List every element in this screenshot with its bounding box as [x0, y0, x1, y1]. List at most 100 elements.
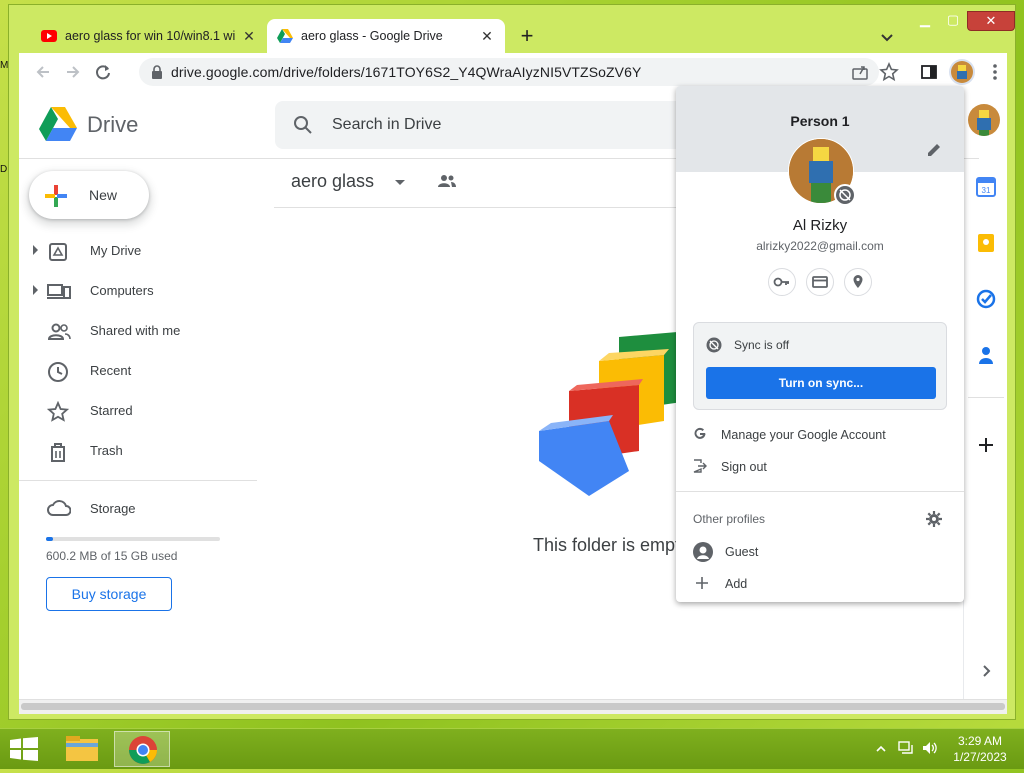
taskbar: 3:29 AM 1/27/2023: [0, 728, 1024, 769]
expand-arrow-icon[interactable]: [33, 245, 38, 255]
address-bar[interactable]: drive.google.com/drive/folders/1671TOY6S…: [139, 58, 879, 86]
google-g-icon: [693, 427, 707, 446]
guest-label: Guest: [725, 545, 759, 559]
desktop-edge-label-2: D: [0, 164, 8, 175]
drive-logo-text: Drive: [87, 112, 139, 137]
network-icon[interactable]: [898, 741, 914, 760]
tab-title: aero glass - Google Drive: [301, 29, 443, 43]
folder-menu-caret-icon[interactable]: [395, 180, 405, 185]
sync-card: Sync is off Turn on sync...: [693, 322, 947, 410]
people-icon[interactable]: [437, 173, 457, 194]
sidebar-item-starred[interactable]: Starred: [19, 391, 259, 431]
minimize-button[interactable]: ▁: [911, 11, 939, 29]
sidebar-item-label: Computers: [90, 283, 154, 298]
youtube-icon: [41, 28, 57, 44]
tab-search-chevron-icon[interactable]: [877, 27, 897, 47]
payment-card-icon[interactable]: [806, 268, 834, 296]
volume-icon[interactable]: [922, 741, 938, 760]
expand-arrow-icon[interactable]: [33, 285, 38, 295]
close-tab-icon[interactable]: ✕: [241, 28, 257, 44]
tab-title: aero glass for win 10/win8.1 with: [65, 29, 235, 43]
calendar-icon[interactable]: 31: [976, 177, 996, 197]
gear-icon[interactable]: [926, 511, 942, 532]
sidebar-item-label: Shared with me: [90, 323, 181, 338]
passwords-key-icon[interactable]: [768, 268, 796, 296]
sidebar-item-label: Starred: [90, 403, 133, 418]
scrollbar-thumb[interactable]: [21, 703, 1005, 710]
keep-icon[interactable]: [976, 233, 996, 253]
other-profiles-heading: Other profiles: [693, 512, 766, 526]
more-menu-icon[interactable]: [985, 62, 1005, 82]
url-text: drive.google.com/drive/folders/1671TOY6S…: [171, 64, 642, 80]
forward-arrow-icon[interactable]: [63, 62, 83, 82]
sidebar-item-trash[interactable]: Trash: [19, 431, 259, 471]
close-tab-icon[interactable]: ✕: [479, 28, 495, 44]
close-window-button[interactable]: ✕: [967, 11, 1015, 31]
horizontal-scrollbar[interactable]: [19, 699, 1007, 714]
clock-date: 1/27/2023: [953, 750, 1007, 764]
share-icon[interactable]: [851, 63, 869, 86]
empty-folder-illustration: [519, 331, 699, 506]
taskbar-clock[interactable]: 3:29 AM 1/27/2023: [940, 733, 1020, 765]
maximize-button[interactable]: ▢: [939, 11, 967, 29]
add-profile-label: Add: [725, 577, 748, 591]
buy-storage-button[interactable]: Buy storage: [46, 577, 172, 611]
clock-icon: [47, 361, 69, 383]
chrome-taskbar-icon[interactable]: [114, 731, 170, 767]
contacts-icon[interactable]: [976, 345, 996, 365]
sidebar-item-recent[interactable]: Recent: [19, 351, 259, 391]
computers-icon: [47, 281, 71, 303]
new-tab-button[interactable]: +: [515, 25, 539, 49]
profile-menu-divider: [676, 491, 964, 492]
file-explorer-icon[interactable]: [54, 731, 110, 767]
svg-text:31: 31: [982, 186, 991, 195]
sync-off-badge-icon: [834, 184, 856, 206]
edit-pencil-icon[interactable]: [926, 142, 942, 163]
profile-name: Person 1: [790, 113, 850, 129]
manage-google-account-item[interactable]: Manage your Google Account: [676, 420, 964, 450]
turn-on-sync-button[interactable]: Turn on sync...: [706, 367, 936, 399]
new-button[interactable]: New: [29, 171, 149, 219]
sidebar-item-shared-with-me[interactable]: Shared with me: [19, 311, 259, 351]
sidebar-item-label: My Drive: [90, 243, 142, 258]
addresses-location-icon[interactable]: [844, 268, 872, 296]
tasks-icon[interactable]: [976, 289, 996, 309]
bookmark-star-icon[interactable]: [879, 62, 899, 82]
storage-progress-bar: [46, 537, 220, 541]
tab-strip: aero glass for win 10/win8.1 with ✕ aero…: [9, 5, 1015, 53]
guest-profile-item[interactable]: Guest: [676, 537, 964, 567]
sign-out-item[interactable]: Sign out: [676, 452, 964, 482]
manage-account-label: Manage your Google Account: [721, 428, 886, 442]
add-profile-item[interactable]: Add: [676, 569, 964, 599]
search-icon[interactable]: [293, 115, 313, 140]
plus-icon: [45, 185, 67, 212]
guest-avatar-icon: [693, 542, 713, 567]
side-panel-icon[interactable]: [919, 62, 939, 82]
show-hidden-icons-chevron-icon[interactable]: [876, 741, 886, 759]
star-icon: [46, 400, 70, 423]
windows-start-icon[interactable]: [10, 737, 38, 766]
google-drive-icon: [277, 28, 293, 44]
folder-name[interactable]: aero glass: [291, 171, 374, 192]
reload-icon[interactable]: [93, 62, 113, 82]
sign-out-icon: [693, 459, 707, 478]
search-in-drive[interactable]: Search in Drive: [275, 101, 695, 149]
sidebar-item-my-drive[interactable]: My Drive: [19, 231, 259, 271]
add-addon-icon[interactable]: [976, 435, 996, 455]
sync-status: Sync is off: [734, 338, 790, 352]
sign-out-label: Sign out: [721, 460, 767, 474]
plus-icon: [695, 576, 709, 595]
back-arrow-icon[interactable]: [33, 62, 53, 82]
expand-panel-chevron-icon[interactable]: [976, 661, 996, 681]
storage-label[interactable]: Storage: [90, 501, 136, 516]
sidebar-item-label: Trash: [90, 443, 123, 458]
drive-account-avatar[interactable]: [968, 104, 1000, 136]
sidebar-item-computers[interactable]: Computers: [19, 271, 259, 311]
shared-icon: [47, 321, 71, 343]
profile-avatar-button[interactable]: [949, 59, 975, 85]
sync-off-icon: [706, 337, 722, 358]
search-placeholder: Search in Drive: [332, 116, 442, 133]
tab-google-drive[interactable]: aero glass - Google Drive ✕: [267, 19, 505, 53]
new-label: New: [89, 187, 118, 203]
tab-youtube[interactable]: aero glass for win 10/win8.1 with ✕: [31, 19, 267, 53]
